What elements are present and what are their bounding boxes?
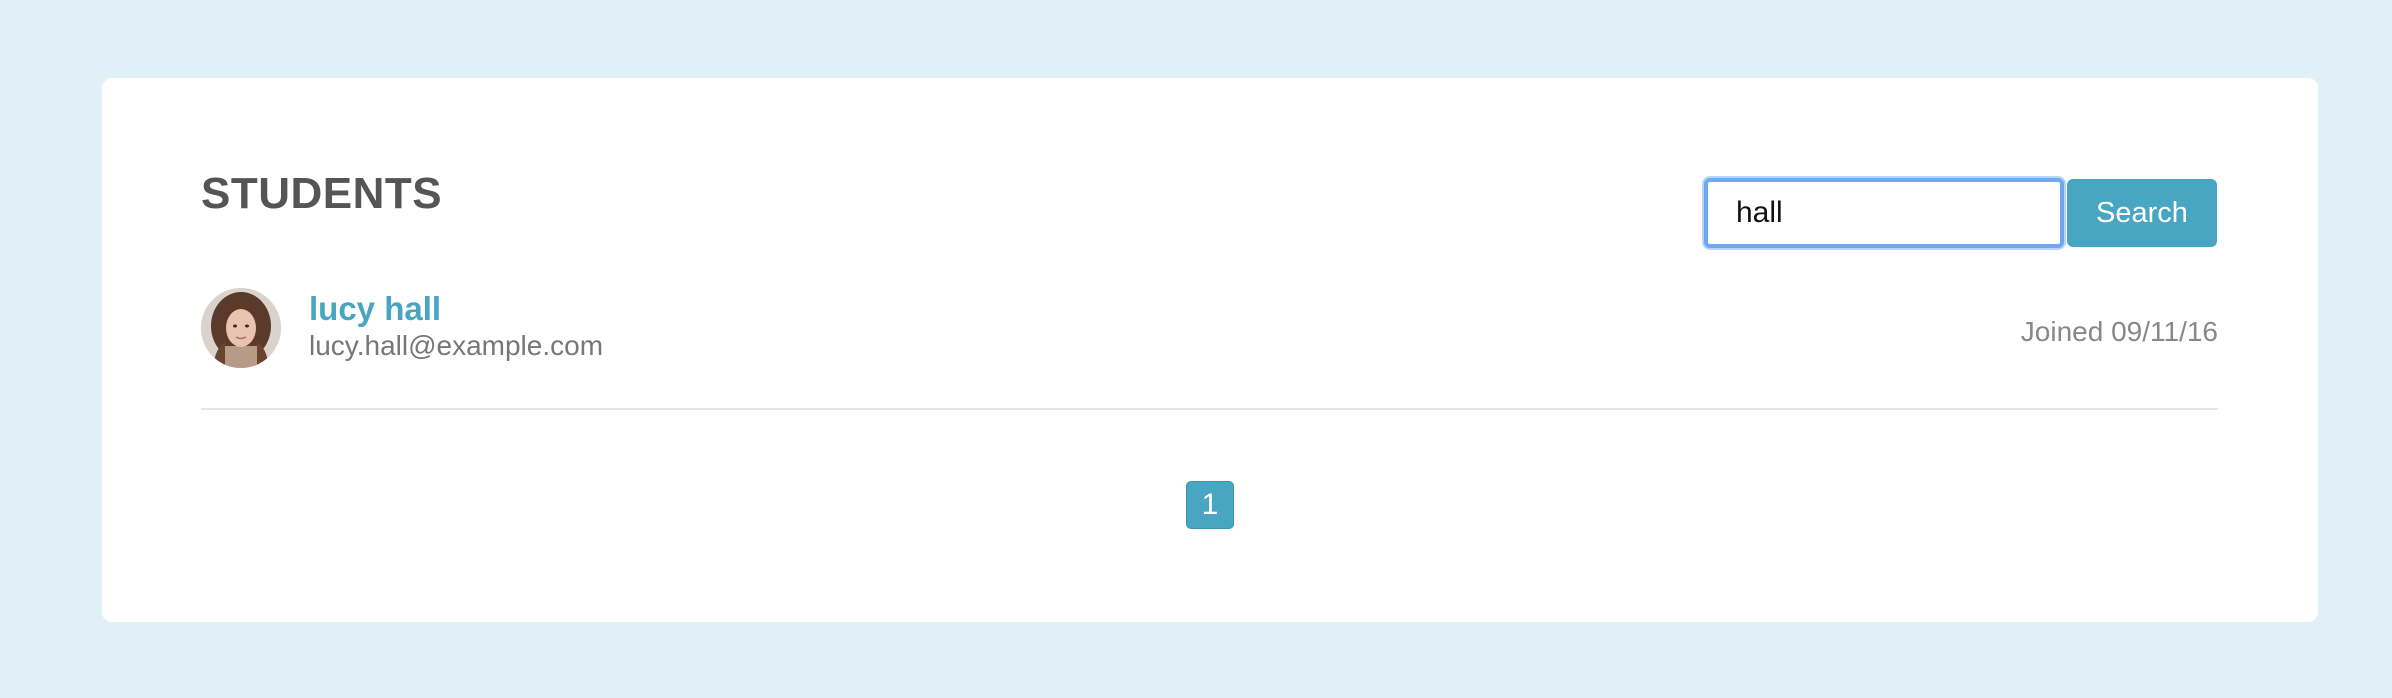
student-name-link[interactable]: lucy hall <box>309 292 441 325</box>
student-email: lucy.hall@example.com <box>309 330 604 361</box>
joined-date: Joined 09/11/16 <box>2020 316 2218 347</box>
row-divider <box>201 408 2218 410</box>
pagination: 1 <box>1186 481 1234 529</box>
student-row: lucy hall lucy.hall@example.com Joined 0… <box>201 288 2218 368</box>
search-form: Search <box>1704 178 2217 248</box>
students-card: STUDENTS Search lucy hall lucy.hall@exam… <box>102 78 2318 622</box>
avatar <box>201 288 281 368</box>
search-button[interactable]: Search <box>2067 179 2217 247</box>
page-button-1[interactable]: 1 <box>1186 481 1234 529</box>
search-input[interactable] <box>1704 178 2064 248</box>
user-photo-icon <box>201 288 281 368</box>
page-title: STUDENTS <box>201 169 443 218</box>
